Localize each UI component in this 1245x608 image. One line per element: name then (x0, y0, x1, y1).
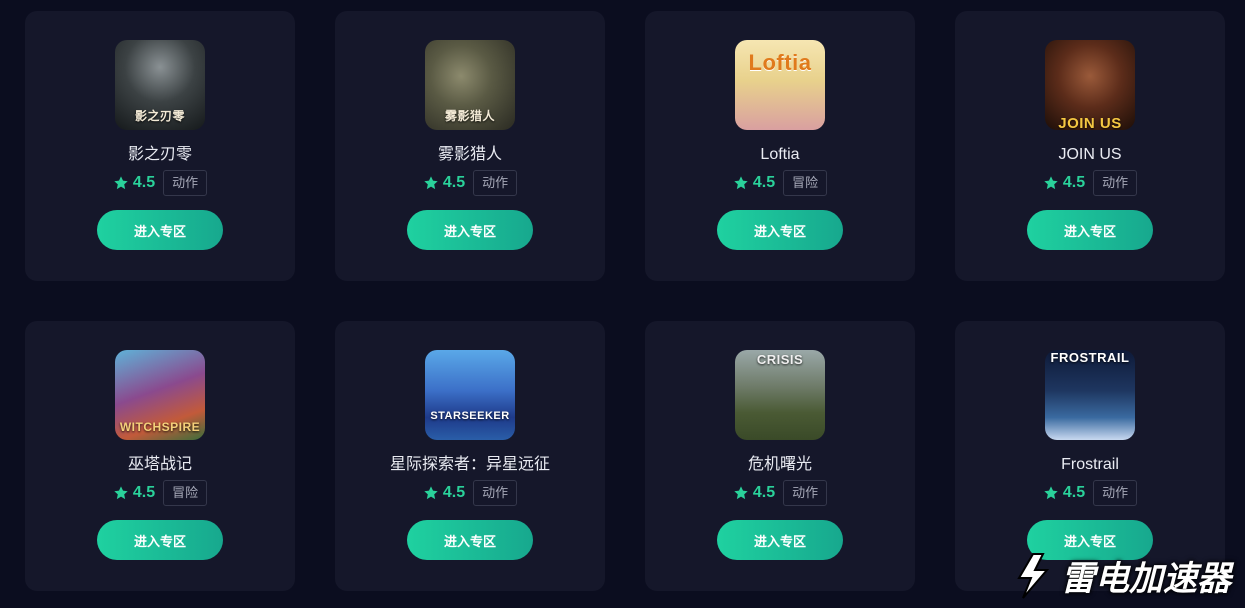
game-title: 巫塔战记 (127, 456, 192, 473)
enter-zone-button[interactable]: 进入专区 (97, 520, 223, 560)
game-title: Frostrail (1061, 456, 1119, 473)
game-title: Loftia (760, 146, 800, 163)
rating: 4.5 (1043, 174, 1085, 192)
star-icon (114, 176, 128, 190)
rating-value: 4.5 (132, 484, 156, 501)
rating-value: 4.5 (442, 174, 466, 191)
cover-caption: FROSTRAIL (1050, 350, 1130, 365)
rating: 4.5 (113, 484, 155, 502)
rating: 4.5 (113, 174, 155, 192)
game-title: 危机曙光 (747, 456, 812, 473)
game-title: 影之刃零 (127, 146, 192, 163)
genre-tag: 动作 (783, 480, 828, 506)
star-icon (1044, 486, 1058, 500)
cover-caption: STARSEEKER (430, 410, 510, 422)
watermark-text: 雷电加速器 (1061, 560, 1231, 598)
game-meta: 4.5 冒险 (25, 480, 295, 506)
cover-caption: 影之刃零 (134, 109, 185, 123)
game-meta: 4.5 动作 (335, 480, 605, 506)
rating-value: 4.5 (1062, 174, 1086, 191)
genre-tag: 动作 (1093, 480, 1138, 506)
enter-zone-button[interactable]: 进入专区 (717, 210, 843, 250)
star-icon (734, 486, 748, 500)
star-icon (734, 176, 748, 190)
game-meta: 4.5 动作 (955, 480, 1225, 506)
game-cover-image[interactable]: WITCHSPIRE (115, 350, 205, 440)
genre-tag: 动作 (1093, 170, 1138, 196)
enter-zone-button[interactable]: 进入专区 (1027, 210, 1153, 250)
game-card[interactable]: 影之刃零 影之刃零 4.5 动作 进入专区 (25, 11, 295, 281)
game-cover-image[interactable]: CRISIS (735, 350, 825, 440)
game-cover-image[interactable]: FROSTRAIL (1045, 350, 1135, 440)
genre-tag: 冒险 (163, 480, 208, 506)
game-meta: 4.5 冒险 (645, 170, 915, 196)
enter-zone-button[interactable]: 进入专区 (407, 210, 533, 250)
game-cover-image[interactable]: Loftia (735, 40, 825, 130)
rating-value: 4.5 (132, 174, 156, 191)
game-cover-image[interactable]: STARSEEKER (425, 350, 515, 440)
rating-value: 4.5 (442, 484, 466, 501)
enter-zone-button[interactable]: 进入专区 (97, 210, 223, 250)
genre-tag: 动作 (163, 170, 208, 196)
game-title: 星际探索者：异星远征 (389, 456, 550, 473)
lightning-logo-icon (1017, 552, 1050, 599)
game-title: 雾影猎人 (437, 146, 502, 163)
game-cover-image[interactable]: JOIN US (1045, 40, 1135, 130)
cover-caption: Loftia (748, 50, 812, 75)
enter-zone-button[interactable]: 进入专区 (407, 520, 533, 560)
enter-zone-button[interactable]: 进入专区 (717, 520, 843, 560)
watermark: 雷电加速器 (1011, 551, 1231, 600)
cover-caption: JOIN US (1058, 115, 1122, 130)
cover-caption: WITCHSPIRE (119, 420, 201, 434)
rating: 4.5 (423, 174, 465, 192)
game-meta: 4.5 动作 (25, 170, 295, 196)
game-grid: 影之刃零 影之刃零 4.5 动作 进入专区 雾影猎人 雾影猎人 4.5 动作 进… (0, 0, 1245, 608)
genre-tag: 冒险 (783, 170, 828, 196)
game-card[interactable]: STARSEEKER 星际探索者：异星远征 4.5 动作 进入专区 (335, 321, 605, 591)
rating-value: 4.5 (752, 484, 776, 501)
cover-caption: 雾影猎人 (444, 109, 495, 123)
rating-value: 4.5 (752, 174, 776, 191)
game-card[interactable]: WITCHSPIRE 巫塔战记 4.5 冒险 进入专区 (25, 321, 295, 591)
game-title: JOIN US (1058, 146, 1122, 163)
game-cover-image[interactable]: 雾影猎人 (425, 40, 515, 130)
star-icon (424, 486, 438, 500)
star-icon (424, 176, 438, 190)
star-icon (1044, 176, 1058, 190)
genre-tag: 动作 (473, 170, 518, 196)
genre-tag: 动作 (473, 480, 518, 506)
cover-caption: CRISIS (756, 352, 804, 367)
game-cover-image[interactable]: 影之刃零 (115, 40, 205, 130)
rating: 4.5 (1043, 484, 1085, 502)
game-meta: 4.5 动作 (645, 480, 915, 506)
rating: 4.5 (733, 484, 775, 502)
game-card[interactable]: JOIN US JOIN US 4.5 动作 进入专区 (955, 11, 1225, 281)
game-card[interactable]: CRISIS 危机曙光 4.5 动作 进入专区 (645, 321, 915, 591)
rating: 4.5 (733, 174, 775, 192)
game-card[interactable]: Loftia Loftia 4.5 冒险 进入专区 (645, 11, 915, 281)
game-meta: 4.5 动作 (335, 170, 605, 196)
star-icon (114, 486, 128, 500)
rating: 4.5 (423, 484, 465, 502)
game-card[interactable]: 雾影猎人 雾影猎人 4.5 动作 进入专区 (335, 11, 605, 281)
rating-value: 4.5 (1062, 484, 1086, 501)
game-meta: 4.5 动作 (955, 170, 1225, 196)
